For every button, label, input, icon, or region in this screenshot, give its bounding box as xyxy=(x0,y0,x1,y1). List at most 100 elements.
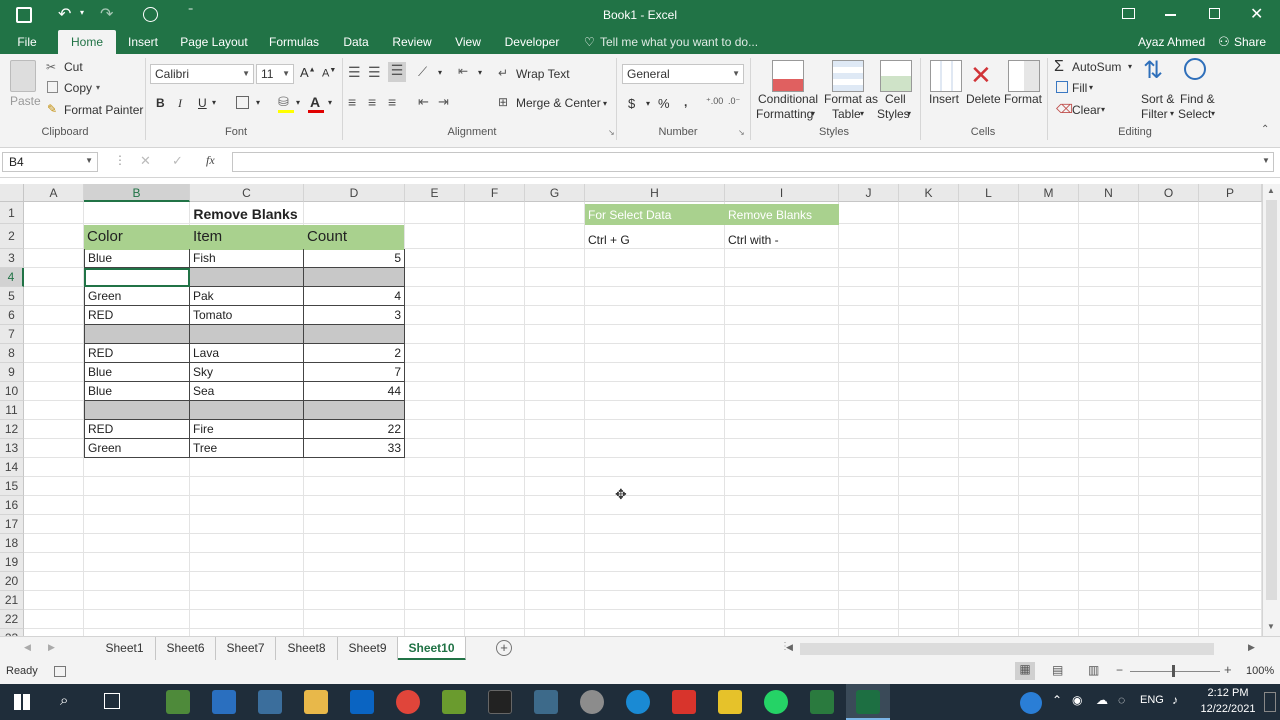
row-header[interactable]: 5 xyxy=(0,287,24,306)
cancel-icon[interactable]: ✕ xyxy=(140,153,151,169)
borders-icon[interactable] xyxy=(236,96,249,109)
row-header[interactable]: 19 xyxy=(0,553,24,572)
text-direction-icon[interactable]: ⇤ xyxy=(458,64,468,78)
horizontal-scroll-thumb[interactable] xyxy=(800,643,1214,655)
expand-formula-icon[interactable]: ▼ xyxy=(1262,156,1270,165)
font-name-combo[interactable]: Calibri ▼ xyxy=(150,64,254,84)
customize-qat-icon[interactable]: ⁼ xyxy=(188,6,193,17)
dialog-launcher-icon[interactable]: ↘ xyxy=(738,128,745,137)
normal-view-icon[interactable]: ▦ xyxy=(1015,662,1035,680)
table-cell-color[interactable] xyxy=(84,325,190,344)
middle-align-icon[interactable]: ☰ xyxy=(368,64,381,81)
column-header[interactable]: E xyxy=(405,184,465,202)
fill-button[interactable]: Fill xyxy=(1072,81,1087,95)
search-icon[interactable]: ⌕ xyxy=(60,692,68,709)
chevron-down-icon[interactable]: ▾ xyxy=(811,109,815,118)
enter-icon[interactable]: ✓ xyxy=(172,153,183,169)
app-icon[interactable] xyxy=(580,690,604,714)
help-icon[interactable] xyxy=(1020,692,1042,714)
note-ctrl-g[interactable]: Ctrl + G xyxy=(585,233,725,249)
table-cell-count[interactable]: 33 xyxy=(304,439,405,458)
row-header[interactable]: 10 xyxy=(0,382,24,401)
clear-dropdown-icon[interactable]: ▾ xyxy=(1101,105,1105,114)
sheet-tab-sheet1[interactable]: Sheet1 xyxy=(94,637,156,661)
tray-expand-icon[interactable]: ⌃ xyxy=(1052,693,1062,707)
next-sheet-icon[interactable]: ▶ xyxy=(48,642,55,653)
table-cell-color[interactable]: RED xyxy=(84,420,190,439)
column-header[interactable]: G xyxy=(525,184,585,202)
row-header[interactable]: 3 xyxy=(0,249,24,268)
column-header[interactable]: B xyxy=(84,184,190,202)
select-all-corner[interactable] xyxy=(0,184,24,202)
ribbon-display-icon[interactable] xyxy=(1122,8,1135,19)
clear-button[interactable]: Clear xyxy=(1072,103,1101,117)
table-cell-color[interactable]: Green xyxy=(84,439,190,458)
cell-styles-label-2[interactable]: Styles xyxy=(877,107,910,121)
app-icon[interactable] xyxy=(258,690,282,714)
row-header[interactable]: 21 xyxy=(0,591,24,610)
align-right-icon[interactable]: ≡ xyxy=(388,94,396,110)
volume-icon[interactable]: ♪ xyxy=(1172,693,1178,707)
row-header[interactable]: 18 xyxy=(0,534,24,553)
table-cell-item[interactable] xyxy=(190,325,304,344)
user-name[interactable]: Ayaz Ahmed xyxy=(1138,35,1205,49)
header-count[interactable]: Count xyxy=(304,228,404,248)
app-icon[interactable] xyxy=(442,690,466,714)
column-header[interactable]: F xyxy=(465,184,525,202)
app-icon[interactable] xyxy=(534,690,558,714)
close-icon[interactable]: ✕ xyxy=(1250,4,1263,24)
column-header[interactable]: A xyxy=(24,184,84,202)
row-header[interactable]: 11 xyxy=(0,401,24,420)
tell-me-box[interactable]: Tell me what you want to do... xyxy=(600,35,758,49)
table-cell-count[interactable]: 22 xyxy=(304,420,405,439)
currency-dropdown-icon[interactable]: ▾ xyxy=(646,99,650,108)
wrap-text-button[interactable]: Wrap Text xyxy=(516,67,570,81)
row-header[interactable]: 2 xyxy=(0,224,24,249)
tab-home[interactable]: Home xyxy=(58,30,116,54)
bottom-align-icon[interactable]: ☰ xyxy=(388,62,406,82)
underline-button[interactable]: U xyxy=(198,96,207,110)
sort-filter-label-1[interactable]: Sort & xyxy=(1141,92,1174,106)
sheet-tab-sheet7[interactable]: Sheet7 xyxy=(216,637,276,661)
row-header[interactable]: 16 xyxy=(0,496,24,515)
copy-button[interactable]: Copy xyxy=(64,81,92,95)
format-as-table-label-1[interactable]: Format as xyxy=(824,92,878,106)
increase-indent-icon[interactable]: ⇥ xyxy=(438,94,449,110)
scroll-up-icon[interactable]: ▲ xyxy=(1267,186,1275,195)
header-color[interactable]: Color xyxy=(84,228,189,248)
language-indicator[interactable]: ENG xyxy=(1140,694,1164,706)
app-icon[interactable] xyxy=(672,690,696,714)
notification-icon[interactable] xyxy=(1264,692,1276,712)
header-item[interactable]: Item xyxy=(190,228,303,248)
font-size-combo[interactable]: 11 ▼ xyxy=(256,64,294,84)
sheet-tab-sheet8[interactable]: Sheet8 xyxy=(276,637,338,661)
row-header[interactable]: 13 xyxy=(0,439,24,458)
dialog-launcher-icon[interactable]: ↘ xyxy=(608,128,615,137)
column-header[interactable]: J xyxy=(839,184,899,202)
chevron-down-icon[interactable]: ▾ xyxy=(860,109,864,118)
app-icon[interactable] xyxy=(166,690,190,714)
share-button[interactable]: Share xyxy=(1234,35,1266,49)
sort-filter-label-2[interactable]: Filter xyxy=(1141,107,1168,121)
outlook-icon[interactable] xyxy=(350,690,374,714)
table-cell-color[interactable]: Blue xyxy=(84,249,190,268)
copy-dropdown-icon[interactable]: ▾ xyxy=(96,83,100,92)
tab-developer[interactable]: Developer xyxy=(500,30,564,54)
row-header[interactable]: 12 xyxy=(0,420,24,439)
currency-button[interactable]: $ xyxy=(628,96,635,111)
undo-icon[interactable]: ↶ xyxy=(58,4,71,24)
row-header[interactable]: 23 xyxy=(0,629,24,636)
table-cell-color[interactable] xyxy=(84,401,190,420)
vertical-scrollbar[interactable]: ▲ ▼ xyxy=(1262,184,1280,636)
paste-icon[interactable] xyxy=(10,60,36,92)
table-cell-count[interactable]: 4 xyxy=(304,287,405,306)
file-explorer-icon[interactable] xyxy=(304,690,328,714)
worksheet-grid[interactable]: ABCDEFGHIJKLMNOP 1 2 3 4 5 6 7 8 9 10 11 12 13 14 15 16… xyxy=(0,184,1262,636)
conditional-formatting-label-2[interactable]: Formatting xyxy=(756,107,813,121)
column-header[interactable]: D xyxy=(304,184,405,202)
tab-data[interactable]: Data xyxy=(338,30,374,54)
bold-button[interactable]: B xyxy=(156,96,165,110)
row-header[interactable]: 14 xyxy=(0,458,24,477)
chevron-down-icon[interactable]: ▾ xyxy=(1170,109,1174,118)
table-cell-count[interactable] xyxy=(304,401,405,420)
